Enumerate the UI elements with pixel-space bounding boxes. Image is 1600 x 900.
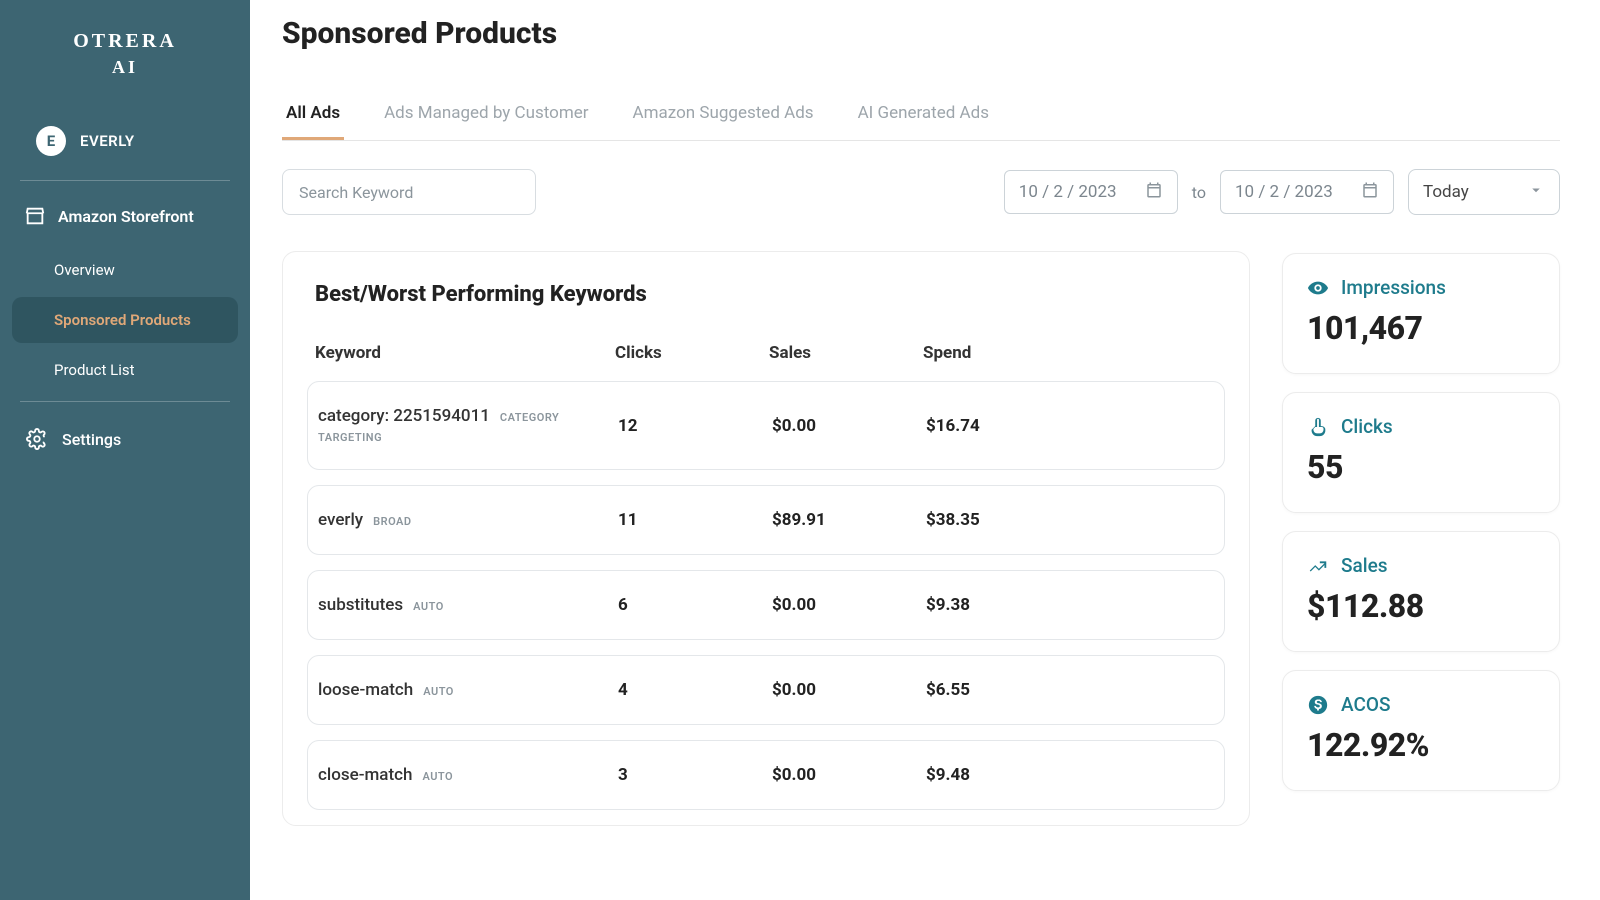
- header-clicks: Clicks: [615, 343, 769, 363]
- sidebar-item-overview[interactable]: Overview: [12, 247, 238, 293]
- cell-clicks: 4: [618, 680, 772, 700]
- tab-managed-by-customer[interactable]: Ads Managed by Customer: [380, 89, 592, 140]
- keyword-name: substitutes: [318, 595, 403, 615]
- trend-icon: [1307, 555, 1329, 577]
- keyword-name: everly: [318, 510, 363, 530]
- touch-icon: [1307, 416, 1329, 438]
- table-header: Keyword Clicks Sales Spend: [291, 333, 1241, 381]
- sidebar-item-settings[interactable]: Settings: [0, 410, 250, 468]
- cell-spend: $9.48: [926, 765, 1214, 785]
- table-row[interactable]: loose-match AUTO 4$0.00$6.55: [307, 655, 1225, 725]
- storefront-icon: [24, 205, 46, 227]
- header-keyword: Keyword: [315, 343, 615, 363]
- gear-icon: [26, 428, 48, 450]
- cell-sales: $0.00: [772, 416, 926, 436]
- cell-spend: $38.35: [926, 510, 1214, 530]
- kpi-label: Clicks: [1341, 415, 1393, 438]
- cell-clicks: 3: [618, 765, 772, 785]
- date-to-input[interactable]: 10 / 2 / 2023: [1220, 170, 1394, 214]
- kpi-card-acos: ACOS 122.92%: [1282, 670, 1560, 791]
- tab-amazon-suggested[interactable]: Amazon Suggested Ads: [629, 89, 818, 140]
- sidebar-item-sponsored-products[interactable]: Sponsored Products: [12, 297, 238, 343]
- table-row[interactable]: everly BROAD 11$89.91$38.35: [307, 485, 1225, 555]
- period-value: Today: [1423, 182, 1469, 202]
- content-row: Best/Worst Performing Keywords Keyword C…: [282, 251, 1560, 826]
- tab-all-ads[interactable]: All Ads: [282, 89, 344, 140]
- table-row[interactable]: category: 2251594011CATEGORY TARGETING12…: [307, 381, 1225, 470]
- keyword-tag: BROAD: [373, 515, 411, 528]
- date-from-value: 10 / 2 / 2023: [1019, 182, 1117, 202]
- brand-line2: AI: [20, 57, 230, 78]
- user-name: EVERLY: [80, 132, 135, 150]
- main-content: Sponsored Products All Ads Ads Managed b…: [250, 0, 1600, 900]
- keyword-name: category: 2251594011: [318, 406, 490, 426]
- nav-section-storefront[interactable]: Amazon Storefront: [0, 189, 250, 243]
- table-row[interactable]: close-match AUTO 3$0.00$9.48: [307, 740, 1225, 810]
- kpi-value: 122.92%: [1307, 726, 1535, 764]
- kpi-label: ACOS: [1341, 693, 1390, 716]
- eye-icon: [1307, 277, 1329, 299]
- table-row[interactable]: substitutes AUTO 6$0.00$9.38: [307, 570, 1225, 640]
- settings-label: Settings: [62, 430, 121, 449]
- cell-spend: $16.74: [926, 416, 1214, 436]
- user-row[interactable]: E EVERLY: [16, 110, 234, 172]
- keyword-name: close-match: [318, 765, 412, 785]
- divider: [20, 180, 230, 181]
- kpi-card-clicks: Clicks 55: [1282, 392, 1560, 513]
- panel-title: Best/Worst Performing Keywords: [291, 282, 1241, 333]
- kpi-value: 101,467: [1307, 309, 1535, 347]
- sidebar-item-product-list[interactable]: Product List: [12, 347, 238, 393]
- kpi-label: Sales: [1341, 554, 1388, 577]
- sidebar: OTRERA AI E EVERLY Amazon Storefront Ove…: [0, 0, 250, 900]
- dollar-icon: [1307, 694, 1329, 716]
- avatar: E: [36, 126, 66, 156]
- keyword-tag: AUTO: [423, 685, 454, 698]
- cell-sales: $0.00: [772, 765, 926, 785]
- kpi-value: 55: [1307, 448, 1535, 486]
- cell-clicks: 6: [618, 595, 772, 615]
- to-label: to: [1192, 183, 1206, 202]
- chevron-down-icon: [1527, 181, 1545, 204]
- calendar-icon: [1145, 181, 1163, 204]
- keyword-tag: AUTO: [422, 770, 453, 783]
- cell-spend: $9.38: [926, 595, 1214, 615]
- tabs: All Ads Ads Managed by Customer Amazon S…: [282, 89, 1560, 141]
- filter-row: 10 / 2 / 2023 to 10 / 2 / 2023 Today: [282, 169, 1560, 215]
- cell-clicks: 12: [618, 416, 772, 436]
- brand-line1: OTRERA: [20, 30, 230, 53]
- search-input[interactable]: [282, 169, 536, 215]
- kpi-value: $112.88: [1307, 587, 1535, 625]
- cell-sales: $89.91: [772, 510, 926, 530]
- nav-section-label: Amazon Storefront: [58, 207, 194, 226]
- page-title: Sponsored Products: [282, 16, 1560, 51]
- header-sales: Sales: [769, 343, 923, 363]
- cell-sales: $0.00: [772, 595, 926, 615]
- kpi-column: Impressions 101,467 Clicks 55 Sales $112.88 AC…: [1282, 251, 1560, 826]
- cell-spend: $6.55: [926, 680, 1214, 700]
- date-from-input[interactable]: 10 / 2 / 2023: [1004, 170, 1178, 214]
- calendar-icon: [1361, 181, 1379, 204]
- cell-clicks: 11: [618, 510, 772, 530]
- keyword-tag: AUTO: [413, 600, 444, 613]
- period-select[interactable]: Today: [1408, 169, 1560, 215]
- keyword-name: loose-match: [318, 680, 413, 700]
- kpi-label: Impressions: [1341, 276, 1446, 299]
- keywords-panel: Best/Worst Performing Keywords Keyword C…: [282, 251, 1250, 826]
- cell-sales: $0.00: [772, 680, 926, 700]
- header-spend: Spend: [923, 343, 1217, 363]
- brand-logo: OTRERA AI: [0, 20, 250, 98]
- kpi-card-impressions: Impressions 101,467: [1282, 253, 1560, 374]
- date-to-value: 10 / 2 / 2023: [1235, 182, 1333, 202]
- divider: [20, 401, 230, 402]
- tab-ai-generated[interactable]: AI Generated Ads: [854, 89, 993, 140]
- kpi-card-sales: Sales $112.88: [1282, 531, 1560, 652]
